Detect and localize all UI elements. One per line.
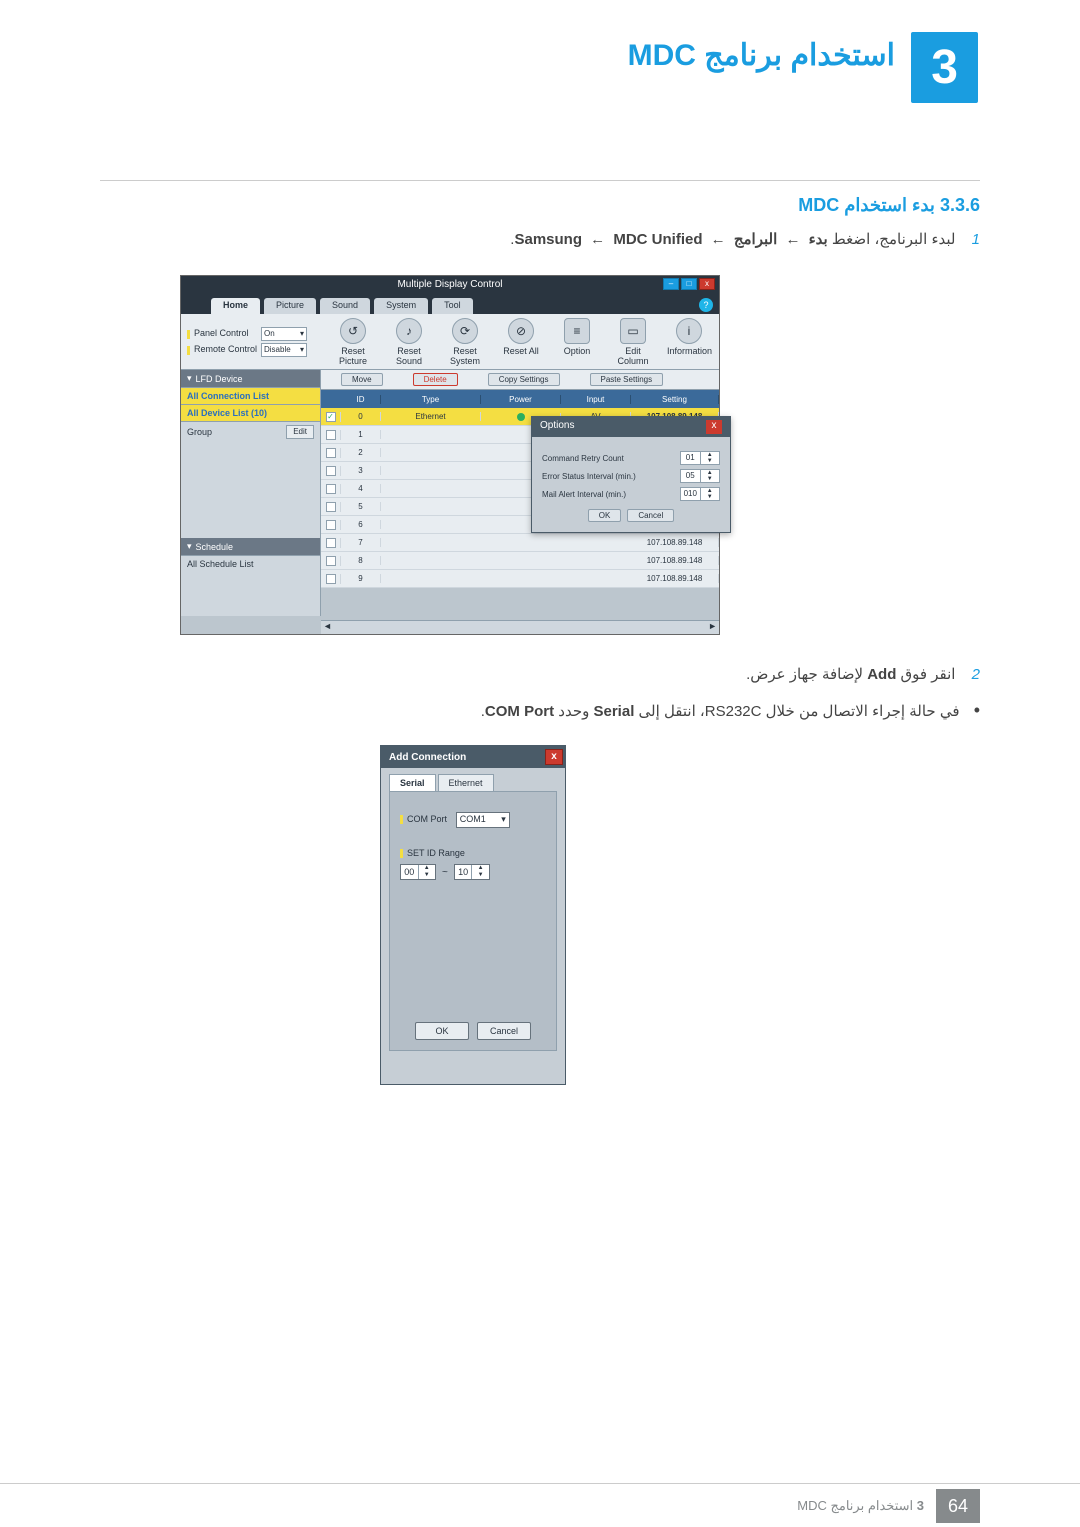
section-number: 3.3.6 [940, 195, 980, 215]
sidebar-group-label: Group [187, 427, 212, 437]
table-row[interactable]: 8107.108.89.148 [321, 552, 719, 570]
range-from-spinner[interactable]: 00▲▼ [400, 864, 436, 880]
sidebar-all-connection[interactable]: All Connection List [181, 388, 320, 405]
range-to-spinner[interactable]: 10▲▼ [454, 864, 490, 880]
divider [100, 180, 980, 181]
reset-picture-icon[interactable]: ↺Reset Picture [331, 318, 375, 366]
table-row[interactable]: 7107.108.89.148 [321, 534, 719, 552]
footer-text: استخدام برنامج MDC [797, 1498, 913, 1513]
help-icon[interactable]: ? [699, 298, 713, 312]
dialog-titlebar: Add Connection x [381, 746, 565, 768]
page-number: 64 [936, 1489, 980, 1523]
tilde: ~ [442, 867, 448, 878]
sidebar-all-schedule[interactable]: All Schedule List [187, 559, 254, 569]
sidebar: ▾LFD Device All Connection List All Devi… [181, 370, 321, 616]
bullet-rs232c: • في حالة إجراء الاتصال من خلال RS232C، … [481, 700, 980, 721]
row-checkbox[interactable] [326, 502, 336, 512]
error-interval-label: Error Status Interval (min.) [542, 472, 636, 481]
bullet-icon: • [974, 700, 980, 720]
dialog-close-icon[interactable]: x [545, 749, 563, 765]
tab-picture[interactable]: Picture [264, 298, 316, 314]
section-heading: 3.3.6 بدء استخدام MDC [798, 195, 980, 216]
tab-tool[interactable]: Tool [432, 298, 473, 314]
horizontal-scrollbar[interactable] [321, 620, 719, 634]
tab-system[interactable]: System [374, 298, 428, 314]
maximize-icon[interactable]: □ [681, 278, 697, 290]
tab-sound[interactable]: Sound [320, 298, 370, 314]
row-checkbox[interactable] [326, 538, 336, 548]
section-title-text: بدء استخدام MDC [798, 195, 935, 215]
mail-alert-label: Mail Alert Interval (min.) [542, 490, 626, 499]
sidebar-schedule-header[interactable]: ▾Schedule [181, 538, 320, 556]
popup-cancel-button[interactable]: Cancel [627, 509, 674, 522]
row-checkbox[interactable] [326, 466, 336, 476]
set-id-range-label: SET ID Range [407, 848, 465, 858]
tab-serial[interactable]: Serial [389, 774, 436, 791]
reset-all-icon[interactable]: ⊘Reset All [499, 318, 543, 366]
row-checkbox[interactable] [326, 520, 336, 530]
minimize-icon[interactable]: – [663, 278, 679, 290]
sidebar-all-device[interactable]: All Device List (10) [181, 405, 320, 422]
command-retry-label: Command Retry Count [542, 454, 624, 463]
command-retry-spinner[interactable]: 01▲▼ [680, 451, 720, 465]
page-footer: 3 استخدام برنامج MDC 64 [0, 1483, 1080, 1527]
row-checkbox[interactable] [326, 430, 336, 440]
table-header: ID Type Power Input Setting [321, 390, 719, 408]
row-checkbox[interactable] [326, 574, 336, 584]
add-connection-screenshot: Add Connection x Serial Ethernet COM Por… [380, 745, 566, 1085]
row-checkbox[interactable] [326, 484, 336, 494]
sidebar-lfd-header[interactable]: ▾LFD Device [181, 370, 320, 388]
remote-control-select[interactable]: Disable▾ [261, 343, 307, 357]
popup-close-icon[interactable]: x [706, 420, 722, 434]
mdc-main-screenshot: Multiple Display Control – □ x HomePictu… [180, 275, 720, 635]
panel-control-label: Panel Control [194, 328, 249, 338]
chapter-title: استخدام برنامج MDC [628, 38, 895, 73]
row-checkbox[interactable]: ✓ [326, 412, 336, 422]
window-title: Multiple Display Control [397, 279, 502, 290]
option-icon[interactable]: ≡Option [555, 318, 599, 366]
toolbar: Panel Control On▾ Remote Control Disable… [181, 314, 719, 370]
step-1: 1 لبدء البرنامج، اضغط بدء ← البرامج ← Sa… [510, 230, 980, 248]
step-2: 2 انقر فوق Add لإضافة جهاز عرض. [746, 665, 980, 683]
row-checkbox[interactable] [326, 448, 336, 458]
information-icon[interactable]: iInformation [667, 318, 711, 366]
dialog-ok-button[interactable]: OK [415, 1022, 469, 1040]
table-row[interactable]: 9107.108.89.148 [321, 570, 719, 588]
dialog-cancel-button[interactable]: Cancel [477, 1022, 531, 1040]
close-icon[interactable]: x [699, 278, 715, 290]
com-port-label: COM Port [407, 814, 447, 824]
remote-control-label: Remote Control [194, 344, 257, 354]
edit-column-icon[interactable]: ▭Edit Column [611, 318, 655, 366]
error-interval-spinner[interactable]: 05▲▼ [680, 469, 720, 483]
mail-alert-spinner[interactable]: 010▲▼ [680, 487, 720, 501]
options-popup: Options x Command Retry Count 01▲▼ Error S… [531, 416, 731, 533]
popup-ok-button[interactable]: OK [588, 509, 622, 522]
popup-title: Options [540, 420, 574, 434]
sidebar-edit-button[interactable]: Edit [286, 425, 314, 439]
main-tabs: HomePictureSoundSystemTool [181, 294, 719, 314]
dialog-title: Add Connection [389, 752, 466, 763]
reset-sound-icon[interactable]: ♪Reset Sound [387, 318, 431, 366]
tab-home[interactable]: Home [211, 298, 260, 314]
chapter-badge: 3 [909, 30, 980, 105]
step-number: 1 [972, 231, 980, 248]
panel-control-select[interactable]: On▾ [261, 327, 307, 341]
row-checkbox[interactable] [326, 556, 336, 566]
tab-ethernet[interactable]: Ethernet [438, 774, 494, 791]
com-port-select[interactable]: COM1 ▾ [456, 812, 510, 828]
reset-system-icon[interactable]: ⟳Reset System [443, 318, 487, 366]
step-number: 2 [972, 666, 980, 683]
window-titlebar: Multiple Display Control – □ x [181, 276, 719, 294]
